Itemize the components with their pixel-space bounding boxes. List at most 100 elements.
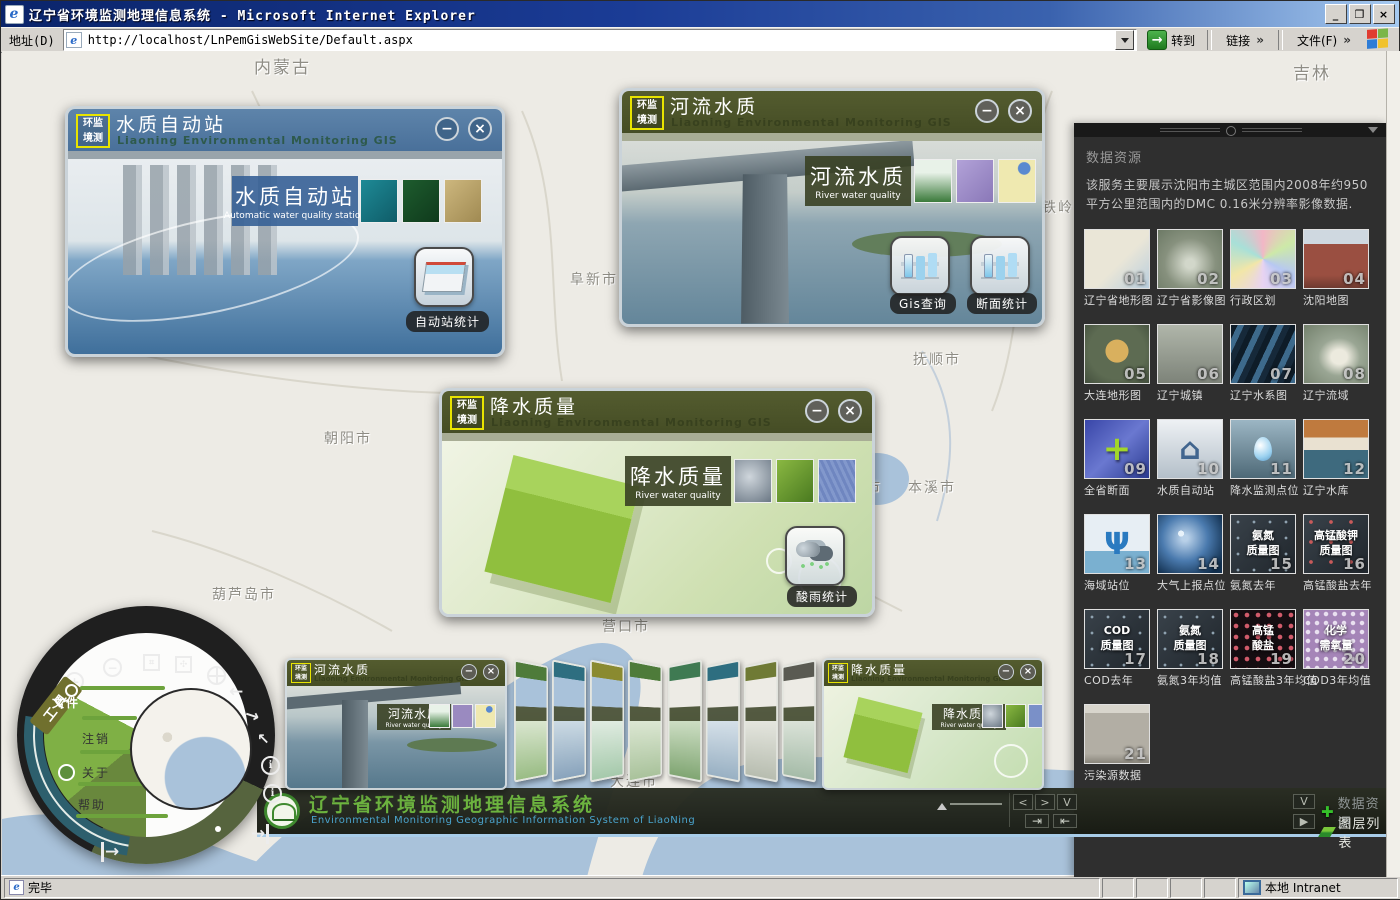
resource-item[interactable]: 05大连地形图 xyxy=(1084,324,1150,403)
thumbnail[interactable] xyxy=(475,704,496,728)
page-scrollbar[interactable] xyxy=(1386,51,1400,877)
layout-left-button[interactable]: ⇤ xyxy=(1053,814,1077,828)
gis-query-button[interactable] xyxy=(890,236,950,296)
thumbnail[interactable] xyxy=(914,159,952,203)
carousel-mini-card[interactable] xyxy=(706,659,740,782)
auto-station-stats-button[interactable] xyxy=(414,247,474,307)
sidebar-handle[interactable] xyxy=(1074,123,1388,137)
resource-item[interactable]: 07辽宁水系图 xyxy=(1230,324,1296,403)
layer-list-toggle[interactable]: 图层列表 xyxy=(1321,813,1388,851)
ring-menu-help[interactable]: 帮助 xyxy=(78,796,106,813)
thumbnail[interactable] xyxy=(734,459,772,503)
next-panel-icon[interactable]: → xyxy=(251,824,269,844)
resource-item[interactable]: 高锰 酸盐19高锰酸盐3年均值 xyxy=(1230,609,1296,688)
overview-minimap[interactable] xyxy=(130,688,252,810)
carousel-prev-button[interactable]: < xyxy=(1013,794,1033,810)
panel-minimize-button[interactable]: − xyxy=(435,117,459,141)
section-stats-button[interactable] xyxy=(970,236,1030,296)
go-button[interactable]: → 转到 xyxy=(1141,29,1201,51)
layout-right-button[interactable]: ⇥ xyxy=(1025,814,1049,828)
back-arrow-icon[interactable]: ← xyxy=(229,682,243,702)
file-menu[interactable]: 文件(F) » xyxy=(1289,32,1359,49)
panel-header[interactable]: 环监境测 降水质量 Liaoning Environmental Monitor… xyxy=(442,391,872,433)
zoom-out-icon[interactable]: − xyxy=(103,658,122,677)
globe-icon[interactable] xyxy=(207,666,226,685)
carousel-slider-handle[interactable] xyxy=(937,798,947,810)
resource-item[interactable]: 21污染源数据 xyxy=(1084,704,1150,783)
full-extent-icon[interactable]: ⌗ xyxy=(143,654,160,671)
resource-item[interactable]: 02辽宁省影像图 xyxy=(1157,229,1223,308)
carousel-mini-card[interactable] xyxy=(668,659,702,782)
ring-menu-file[interactable]: 文件 xyxy=(52,694,80,711)
resource-item[interactable]: ⌂10水质自动站 xyxy=(1157,419,1223,498)
resource-item[interactable]: 03行政区划 xyxy=(1230,229,1296,308)
resource-item[interactable]: 高锰酸钾 质量图16高锰酸盐去年 xyxy=(1303,514,1369,593)
thumbnail[interactable] xyxy=(1028,704,1044,728)
card-close-button[interactable]: × xyxy=(1020,664,1036,680)
address-input[interactable] xyxy=(86,32,1111,48)
carousel-mini-card[interactable] xyxy=(782,659,816,782)
resource-item[interactable]: 氨氮 质量图15氨氮去年 xyxy=(1230,514,1296,593)
info-icon[interactable]: i xyxy=(261,756,280,775)
resource-item[interactable]: +09全省断面 xyxy=(1084,419,1150,498)
resource-item[interactable]: 08辽宁流域 xyxy=(1303,324,1369,403)
minimize-button[interactable]: _ xyxy=(1325,4,1347,24)
thumbnail[interactable] xyxy=(818,459,856,503)
panel-close-button[interactable]: × xyxy=(838,399,862,423)
resource-item[interactable]: 氨氮 质量图18氨氮3年均值 xyxy=(1157,609,1223,688)
thumbnail[interactable] xyxy=(360,179,398,223)
fullscreen-icon[interactable]: ✣ xyxy=(175,656,192,673)
card-minimize-button[interactable]: − xyxy=(998,664,1014,680)
thumbnail[interactable] xyxy=(956,159,994,203)
close-button[interactable]: × xyxy=(1373,4,1395,24)
layer-list-expand-button[interactable]: ▶ xyxy=(1293,814,1315,829)
resource-item[interactable]: 04沈阳地图 xyxy=(1303,229,1369,308)
panel-river-water-quality[interactable]: 环监境测 河流水质 Liaoning Environmental Monitor… xyxy=(619,88,1045,327)
card-minimize-button[interactable]: − xyxy=(461,664,477,680)
carousel-mini-card[interactable] xyxy=(552,659,586,782)
panel-close-button[interactable]: × xyxy=(1008,99,1032,123)
resource-item[interactable]: COD 质量图17COD去年 xyxy=(1084,609,1150,688)
carousel-card-river[interactable]: 环监境测 河流水质 Liaoning Environmental Monitor… xyxy=(285,658,507,790)
pointer-icon[interactable]: ↖ xyxy=(257,730,270,748)
carousel-card-precipitation[interactable]: 环监境测 降水质量 Liaoning Environmental Monitor… xyxy=(822,658,1044,790)
thumbnail[interactable] xyxy=(402,179,440,223)
resource-item[interactable]: 14大气上报点位 xyxy=(1157,514,1223,593)
carousel-collapse-button[interactable]: V xyxy=(1057,794,1077,810)
ring-tool-menu[interactable]: 工具 + − ⌗ ✣ ← → ↖ i i → → 文件 注销 关于 帮助 xyxy=(17,606,275,864)
thumbnail[interactable] xyxy=(776,459,814,503)
panel-close-button[interactable]: × xyxy=(468,117,492,141)
carousel-mini-card[interactable] xyxy=(514,659,548,782)
panel-header[interactable]: 环监境测 河流水质 Liaoning Environmental Monitor… xyxy=(622,91,1042,133)
identify-icon[interactable]: i xyxy=(263,784,282,803)
resource-item[interactable]: 01辽宁省地形图 xyxy=(1084,229,1150,308)
thumbnail[interactable] xyxy=(444,179,482,223)
carousel-mini-card[interactable] xyxy=(590,659,624,782)
panel-precipitation-quality[interactable]: 环监境测 降水质量 Liaoning Environmental Monitor… xyxy=(439,388,875,617)
acid-rain-stats-button[interactable] xyxy=(785,526,845,586)
panel-header[interactable]: 环监境测 水质自动站 Liaoning Environmental Monito… xyxy=(68,109,502,151)
resource-item[interactable]: 06辽宁城镇 xyxy=(1157,324,1223,403)
exit-icon[interactable]: → xyxy=(101,842,119,862)
resource-item[interactable]: 11降水监测点位 xyxy=(1230,419,1296,498)
carousel-slider-track[interactable] xyxy=(950,803,1002,805)
ring-slider-knob[interactable] xyxy=(58,764,75,781)
thumbnail[interactable] xyxy=(998,159,1036,203)
restore-button[interactable]: ❐ xyxy=(1349,4,1371,24)
address-dropdown-button[interactable] xyxy=(1115,30,1134,50)
thumbnail[interactable] xyxy=(429,704,450,728)
ring-menu-about[interactable]: 关于 xyxy=(82,764,110,781)
card-close-button[interactable]: × xyxy=(483,664,499,680)
thumbnail[interactable] xyxy=(452,704,473,728)
carousel-mini-card[interactable] xyxy=(628,659,662,782)
panel-minimize-button[interactable]: − xyxy=(975,99,999,123)
carousel-next-button[interactable]: > xyxy=(1035,794,1055,810)
sidebar-collapse-icon[interactable] xyxy=(1368,127,1378,138)
sidebar-collapse-button[interactable]: V xyxy=(1293,794,1315,809)
resource-item[interactable]: Ψ13海域站位 xyxy=(1084,514,1150,593)
panel-water-auto-station[interactable]: 环监境测 水质自动站 Liaoning Environmental Monito… xyxy=(65,106,505,357)
resource-item[interactable]: 12辽宁水库 xyxy=(1303,419,1369,498)
ring-menu-logout[interactable]: 注销 xyxy=(82,730,110,747)
map-viewport[interactable]: 内蒙古 吉林 铁岭市 阜新市 抚顺市 朝阳市 辽阳市 本溪市 葫芦岛市 营口市 … xyxy=(2,51,1400,877)
links-menu[interactable]: 链接 » xyxy=(1218,32,1272,49)
